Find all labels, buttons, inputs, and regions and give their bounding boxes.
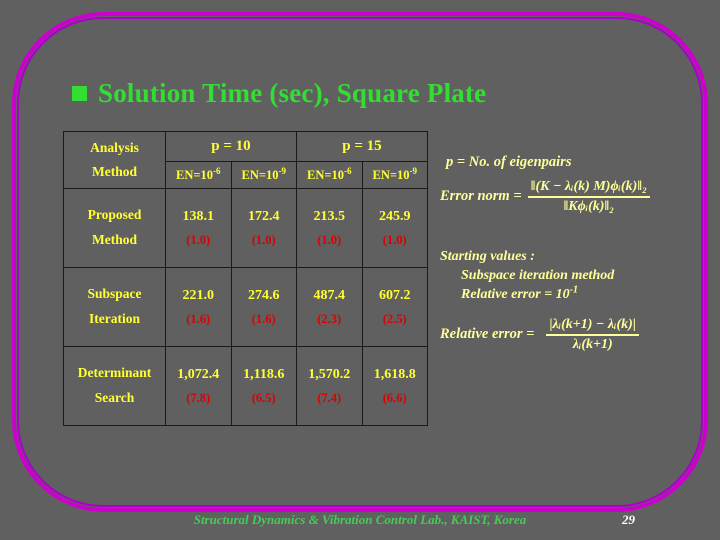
row-label-subspace: Subspace Iteration	[63, 267, 166, 347]
error-norm-denominator: ‖Kϕᵢ(k)‖₂	[563, 198, 615, 214]
cell-value: 172.4	[248, 208, 280, 224]
row-label-proposed: Proposed Method	[63, 188, 166, 268]
cell-determinant-p10-en9: 1,118.6 (6.5)	[230, 346, 297, 426]
starting-values-line1: Subspace iteration method	[461, 267, 615, 283]
header-en-3: EN=10-6	[296, 161, 363, 189]
cell-ratio: (1.0)	[186, 233, 211, 248]
header-analysis-line2: Method	[92, 164, 137, 179]
relative-error-numerator: |λᵢ(k+1) − λᵢ(k)|	[549, 317, 636, 332]
relative-error-denominator: λᵢ(k+1)	[572, 336, 613, 352]
relative-error-fraction: |λᵢ(k+1) − λᵢ(k)| λᵢ(k+1)	[546, 316, 639, 354]
cell-value: 138.1	[182, 208, 215, 224]
cell-value: 1,570.2	[308, 366, 351, 382]
cell-proposed-p15-en6: 213.5 (1.0)	[296, 188, 363, 268]
cell-proposed-p10-en6: 138.1 (1.0)	[165, 188, 232, 268]
note-eigenpairs: p = No. of eigenpairs	[446, 154, 572, 170]
cell-ratio: (7.8)	[186, 391, 211, 406]
cell-value: 1,072.4	[177, 366, 220, 382]
cell-subspace-p15-en6: 487.4 (2.3)	[296, 267, 363, 347]
cell-value: 1,618.8	[373, 366, 416, 382]
cell-ratio: (2.3)	[317, 312, 342, 327]
table-row: Subspace Iteration 221.0 (1.6) 274.6 (1.…	[63, 267, 428, 347]
header-analysis-method: Analysis Method	[63, 131, 166, 189]
page-number: 29	[622, 512, 635, 527]
header-en-4-exp: -9	[409, 165, 418, 176]
cell-value: 221.0	[182, 287, 215, 303]
square-bullet-icon	[72, 86, 87, 101]
cell-determinant-p10-en6: 1,072.4 (7.8)	[165, 346, 232, 426]
cell-ratio: (6.6)	[382, 391, 407, 406]
cell-determinant-p15-en6: 1,570.2 (7.4)	[296, 346, 363, 426]
row-label-line1: Subspace	[87, 286, 142, 302]
cell-subspace-p10-en6: 221.0 (1.6)	[165, 267, 232, 347]
cell-value: 213.5	[313, 208, 346, 224]
cell-determinant-p15-en9: 1,618.8 (6.6)	[361, 346, 428, 426]
row-label-line2: Method	[92, 232, 137, 247]
relative-error-label: Relative error =	[440, 326, 535, 343]
header-analysis-line1: Analysis	[90, 140, 139, 156]
header-en-4: EN=10-9	[361, 161, 428, 189]
footer-lab-name: Structural Dynamics & Vibration Control …	[193, 512, 527, 527]
header-en-3-exp: -6	[344, 165, 352, 176]
cell-value: 607.2	[379, 287, 411, 303]
cell-subspace-p15-en9: 607.2 (2.5)	[361, 267, 428, 347]
cell-ratio: (1.0)	[317, 233, 342, 248]
cell-value: 1,118.6	[243, 366, 285, 382]
solution-time-table: Analysis Method p = 10 p = 15 EN=10-6 EN…	[63, 131, 428, 426]
cell-value: 274.6	[248, 287, 280, 303]
starting-values-note: Starting values : Subspace iteration met…	[440, 248, 614, 305]
header-en-2-exp: -9	[278, 165, 287, 176]
table-row: Proposed Method 138.1 (1.0) 172.4 (1.0) …	[63, 188, 428, 268]
relative-error-formula: Relative error = |λᵢ(k+1) − λᵢ(k)| λᵢ(k+…	[440, 316, 639, 354]
error-norm-numerator: ‖(K − λᵢ(k) M)ϕᵢ(k)‖₂	[530, 179, 647, 194]
cell-ratio: (7.4)	[317, 391, 342, 406]
header-en-1: EN=10-6	[165, 161, 232, 189]
cell-ratio: (2.5)	[382, 312, 407, 327]
cell-proposed-p10-en9: 172.4 (1.0)	[230, 188, 297, 268]
header-en-1-exp: -6	[213, 165, 221, 176]
row-label-line1: Determinant	[77, 365, 152, 381]
cell-ratio: (1.0)	[382, 233, 407, 248]
cell-proposed-p15-en9: 245.9 (1.0)	[361, 188, 428, 268]
cell-ratio: (1.0)	[251, 233, 276, 248]
cell-ratio: (6.5)	[251, 391, 276, 406]
row-label-line2: Iteration	[89, 311, 140, 326]
error-norm-label: Error norm =	[440, 188, 522, 205]
starting-values-line2: Relative error = 10-1	[461, 284, 579, 302]
header-group-p10: p = 10	[165, 131, 297, 162]
cell-ratio: (1.6)	[251, 312, 276, 327]
row-label-line1: Proposed	[87, 207, 142, 223]
cell-value: 487.4	[313, 287, 346, 303]
starting-values-exponent: -1	[569, 284, 579, 296]
header-group-p15: p = 15	[296, 131, 428, 162]
cell-value: 245.9	[379, 208, 411, 224]
page-title: Solution Time (sec), Square Plate	[72, 78, 486, 109]
starting-values-title: Starting values :	[440, 249, 535, 264]
error-norm-formula: Error norm = ‖(K − λᵢ(k) M)ϕᵢ(k)‖₂ ‖Kϕᵢ(…	[440, 178, 650, 216]
error-norm-fraction: ‖(K − λᵢ(k) M)ϕᵢ(k)‖₂ ‖Kϕᵢ(k)‖₂	[527, 178, 650, 216]
page-title-text: Solution Time (sec), Square Plate	[98, 78, 487, 108]
cell-ratio: (1.6)	[186, 312, 211, 327]
header-en-2: EN=10-9	[230, 161, 297, 189]
slide-canvas: Solution Time (sec), Square Plate Analys…	[0, 0, 720, 540]
cell-subspace-p10-en9: 274.6 (1.6)	[230, 267, 297, 347]
row-label-line2: Search	[94, 390, 135, 405]
table-header-row-groups: Analysis Method p = 10 p = 15	[63, 131, 428, 189]
table-row: Determinant Search 1,072.4 (7.8) 1,118.6…	[63, 346, 428, 426]
row-label-determinant: Determinant Search	[63, 346, 166, 426]
